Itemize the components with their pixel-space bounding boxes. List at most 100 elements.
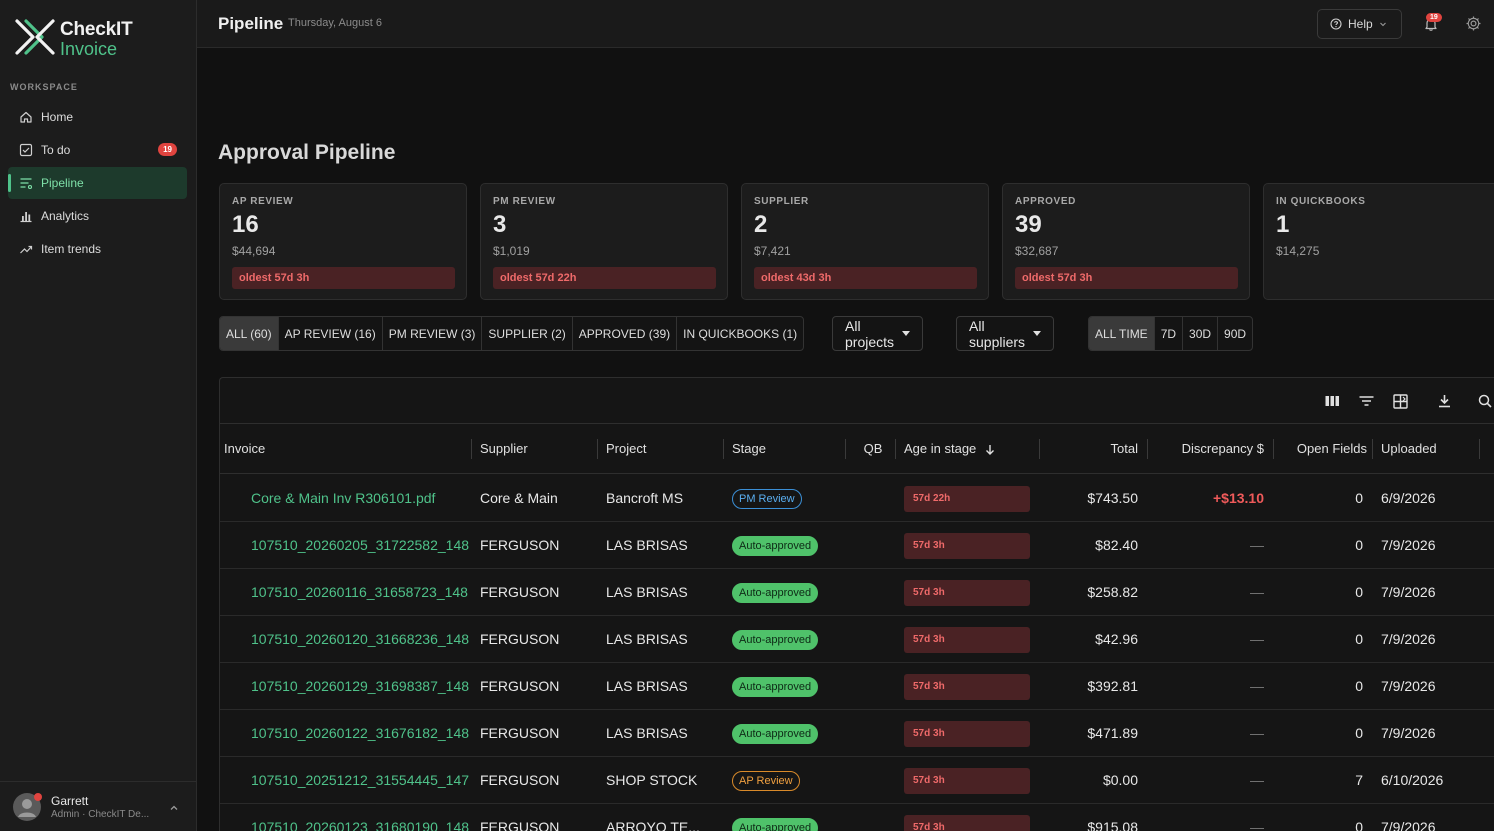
sidebar-item-item-trends[interactable]: Item trends [8,233,187,265]
table-row[interactable]: 107510_20260129_31698387_148 FERGUSON LAS … [220,663,1494,710]
cell-stage: Auto-approved [732,663,842,709]
density-icon[interactable] [1392,393,1408,409]
table-row[interactable]: 107510_20251212_31554445_147 FERGUSON SHOP… [220,757,1494,804]
stage-filter-pm-review[interactable]: PM REVIEW (3) [383,317,483,350]
column-divider[interactable] [1479,439,1480,459]
brand-name: CheckIT [60,19,133,40]
cell-total: $42.96 [1095,631,1138,647]
sidebar-item-pipeline[interactable]: Pipeline [8,167,187,199]
cell-invoice[interactable]: 107510_20260123_31680190_148 [251,804,473,831]
cell-qb [853,475,893,521]
cell-invoice[interactable]: 107510_20251212_31554445_147 [251,757,473,803]
stat-card-ap-review[interactable]: AP REVIEW 16 $44,694 oldest 57d 3h [219,183,467,300]
brand-logo[interactable]: CheckIT Invoice [14,16,184,60]
cell-invoice[interactable]: 107510_20260122_31676182_148 [251,710,473,756]
table-row[interactable]: 107510_20260123_31680190_148 FERGUSON ARRO… [220,804,1494,831]
stage-filter-ap-review[interactable]: AP REVIEW (16) [279,317,383,350]
cell-invoice[interactable]: 107510_20260205_31722582_148 [251,522,473,568]
column-divider[interactable] [723,439,724,459]
stat-oldest-badge: oldest 57d 3h [1015,267,1238,289]
cell-stage: Auto-approved [732,569,842,615]
column-divider[interactable] [1039,439,1040,459]
table-row[interactable]: 107510_20260122_31676182_148 FERGUSON LAS … [220,710,1494,757]
column-header-invoice[interactable]: Invoice [224,424,464,474]
column-divider[interactable] [597,439,598,459]
column-header-total[interactable]: Total [1048,424,1138,474]
column-divider[interactable] [471,439,472,459]
cell-project: SHOP STOCK [606,772,698,788]
column-header-age-in-stage[interactable]: Age in stage [904,424,994,474]
column-header-qb[interactable]: QB [853,424,893,474]
sidebar-item-todo[interactable]: To do 19 [8,134,187,166]
sort-descending-icon[interactable] [985,443,995,461]
cell-supplier: FERGUSON [480,537,560,553]
column-header-open-fields[interactable]: Open Fields [1282,424,1367,474]
supplier-dropdown[interactable]: All suppliers [956,316,1055,351]
stage-pill: AP Review [732,771,800,792]
cell-total: $915.08 [1087,819,1138,831]
column-header-supplier[interactable]: Supplier [480,424,590,474]
caret-down-icon [902,331,911,336]
time-filter-30d[interactable]: 30D [1183,317,1219,350]
project-dropdown[interactable]: All projects [832,316,924,351]
cell-stage: Auto-approved [732,804,842,831]
column-header-stage[interactable]: Stage [732,424,842,474]
cell-project: ARROYO TE... [606,819,700,831]
table-row[interactable]: Core & Main Inv R306101.pdf Core & Main Ba… [220,475,1494,522]
cell-open-fields: 0 [1355,678,1363,694]
cell-invoice[interactable]: 107510_20260120_31668236_148 [251,616,473,662]
column-header-discrepancy[interactable]: Discrepancy $ [1156,424,1264,474]
cell-invoice[interactable]: 107510_20260116_31658723_148 [251,569,473,615]
time-filter-90d[interactable]: 90D [1218,317,1252,350]
age-badge: 57d 3h [904,627,1030,654]
stat-card-pm-review[interactable]: PM REVIEW 3 $1,019 oldest 57d 22h [480,183,728,300]
stat-label: IN QUICKBOOKS [1276,196,1366,207]
brand-product: Invoice [60,39,118,59]
time-filter-7d[interactable]: 7D [1155,317,1184,350]
user-name: Garrett [51,794,89,808]
column-divider[interactable] [1273,439,1274,459]
stat-card-in-quickbooks[interactable]: IN QUICKBOOKS 1 $14,275 [1263,183,1494,300]
cell-invoice[interactable]: 107510_20260129_31698387_148 [251,663,473,709]
stage-filter-all[interactable]: ALL (60) [220,317,279,350]
user-menu[interactable]: Garrett Admin · CheckIT De... [0,781,197,831]
table-row[interactable]: 107510_20260116_31658723_148 FERGUSON LAS … [220,569,1494,616]
column-header-uploaded[interactable]: Uploaded [1381,424,1481,474]
columns-icon[interactable] [1324,393,1340,409]
cell-age: 57d 3h [904,710,1034,756]
stage-filter-in-quickbooks[interactable]: IN QUICKBOOKS (1) [677,317,803,350]
cell-supplier: FERGUSON [480,584,560,600]
stat-card-approved[interactable]: APPROVED 39 $32,687 oldest 57d 3h [1002,183,1250,300]
cell-qb [853,804,893,831]
filter-icon[interactable] [1358,393,1374,409]
sidebar-item-home[interactable]: Home [8,101,187,133]
column-divider[interactable] [1147,439,1148,459]
time-filter-all[interactable]: ALL TIME [1089,317,1155,350]
column-divider[interactable] [845,439,846,459]
stat-oldest-badge: oldest 57d 3h [232,267,455,289]
cell-stage: Auto-approved [732,710,842,756]
column-divider[interactable] [895,439,896,459]
checkbox-icon [18,143,33,158]
search-icon[interactable] [1477,393,1493,409]
invoice-table: Invoice Supplier Project Stage QB Age in… [219,377,1494,831]
cell-invoice[interactable]: Core & Main Inv R306101.pdf [251,475,473,521]
gear-icon[interactable] [1465,15,1482,37]
sidebar-item-analytics[interactable]: Analytics [8,200,187,232]
help-button[interactable]: Help [1317,9,1402,39]
stage-filter-supplier[interactable]: SUPPLIER (2) [482,317,573,350]
cell-total: $471.89 [1087,725,1138,741]
stage-filter-group: ALL (60) AP REVIEW (16) PM REVIEW (3) SU… [219,316,805,351]
cell-project: LAS BRISAS [606,584,688,600]
table-row[interactable]: 107510_20260120_31668236_148 FERGUSON LAS … [220,616,1494,663]
cell-project: LAS BRISAS [606,631,688,647]
stat-card-supplier[interactable]: SUPPLIER 2 $7,421 oldest 43d 3h [741,183,989,300]
table-row[interactable]: 107510_20260205_31722582_148 FERGUSON LAS … [220,522,1494,569]
stat-count: 39 [1015,211,1042,238]
column-divider[interactable] [1372,439,1373,459]
stage-filter-approved[interactable]: APPROVED (39) [573,317,678,350]
stage-pill: PM Review [732,489,802,510]
column-header-project[interactable]: Project [606,424,716,474]
cell-project: LAS BRISAS [606,725,688,741]
download-icon[interactable] [1436,393,1452,409]
